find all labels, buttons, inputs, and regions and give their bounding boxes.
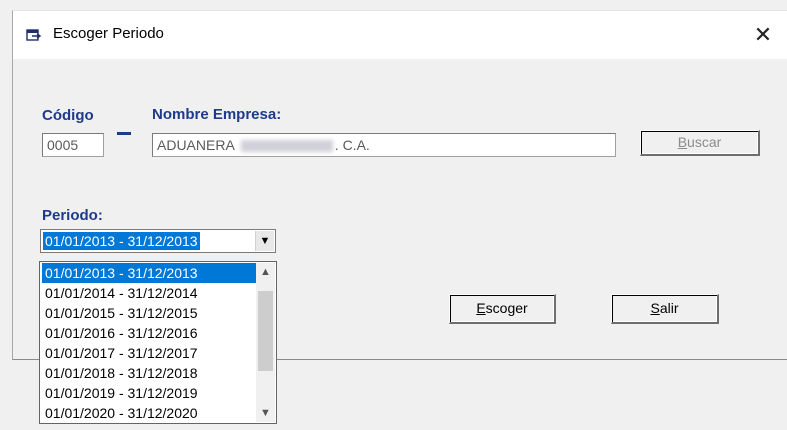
dropdown-arrow-button[interactable]: ▼ — [255, 231, 274, 251]
nombre-suffix: . C.A. — [334, 137, 370, 153]
list-item[interactable]: 01/01/2015 - 31/12/2015 — [42, 303, 256, 323]
periodo-selected-value: 01/01/2013 - 31/12/2013 — [43, 232, 200, 250]
nombre-empresa-field[interactable]: ADUANERA . C.A. — [152, 133, 616, 157]
list-item[interactable]: 01/01/2018 - 31/12/2018 — [42, 363, 256, 383]
list-item[interactable]: 01/01/2020 - 31/12/2020 — [42, 403, 256, 423]
dash-separator — [117, 132, 131, 135]
periodo-dropdown-list[interactable]: 01/01/2013 - 31/12/2013 01/01/2014 - 31/… — [39, 261, 277, 424]
codigo-label: Código — [42, 107, 94, 124]
window-title: Escoger Periodo — [53, 25, 164, 42]
nombre-empresa-label: Nombre Empresa: — [152, 106, 282, 123]
periodo-label: Periodo: — [42, 207, 103, 224]
title-bar: Escoger Periodo ✕ — [13, 11, 787, 59]
buscar-button[interactable]: Buscar — [640, 130, 760, 156]
nombre-prefix: ADUANERA — [157, 137, 235, 153]
list-item[interactable]: 01/01/2013 - 31/12/2013 — [42, 263, 256, 283]
scroll-up-arrow-icon[interactable]: ▲ — [256, 263, 275, 281]
codigo-field[interactable]: 0005 — [42, 133, 104, 157]
salir-button[interactable]: Salir — [611, 294, 719, 324]
scrollbar-thumb[interactable] — [258, 291, 273, 371]
close-button[interactable]: ✕ — [745, 19, 781, 51]
redacted-text — [240, 140, 333, 153]
codigo-value: 0005 — [47, 137, 79, 153]
list-item[interactable]: 01/01/2017 - 31/12/2017 — [42, 343, 256, 363]
list-item[interactable]: 01/01/2014 - 31/12/2014 — [42, 283, 256, 303]
chevron-down-icon: ▼ — [259, 235, 271, 247]
close-icon: ✕ — [753, 22, 773, 47]
list-scrollbar[interactable]: ▲ ▼ — [256, 263, 275, 422]
list-item[interactable]: 01/01/2016 - 31/12/2016 — [42, 323, 256, 343]
scroll-down-arrow-icon[interactable]: ▼ — [256, 404, 275, 422]
periodo-select[interactable]: 01/01/2013 - 31/12/2013 ▼ — [40, 229, 276, 253]
list-item[interactable]: 01/01/2019 - 31/12/2019 — [42, 383, 256, 403]
escoger-button[interactable]: Escoger — [449, 294, 556, 324]
window-app-icon — [26, 29, 42, 41]
